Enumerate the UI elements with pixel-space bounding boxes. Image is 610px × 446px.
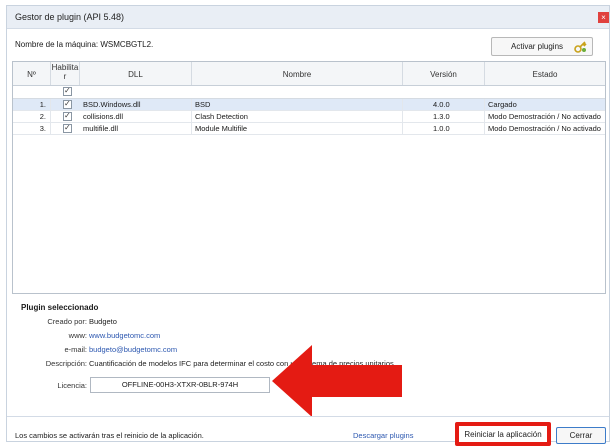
restart-note: Los cambios se activarán tras el reinici…: [15, 431, 204, 440]
www-link[interactable]: www.budgetomc.com: [89, 331, 160, 340]
download-plugins-link[interactable]: Descargar plugins: [353, 431, 413, 440]
www-label: www:: [68, 331, 87, 340]
activate-plugins-button[interactable]: Activar plugins: [491, 37, 593, 56]
window-title: Gestor de plugin (API 5.48): [15, 12, 125, 22]
plugin-manager-window: Gestor de plugin (API 5.48) × Nombre de …: [6, 5, 610, 446]
email-label: e-mail:: [64, 345, 87, 354]
close-button[interactable]: Cerrar: [556, 427, 606, 444]
activate-plugins-label: Activar plugins: [511, 42, 564, 51]
enable-checkbox[interactable]: [63, 123, 72, 133]
header-name[interactable]: Nombre: [192, 62, 403, 85]
license-field[interactable]: OFFLINE-00H3-XTXR-0BLR-974H: [90, 377, 270, 393]
license-label: Licencia:: [57, 381, 87, 390]
select-all-checkbox[interactable]: [63, 86, 72, 96]
description-label: Descripción:: [45, 359, 87, 368]
close-icon[interactable]: ×: [598, 12, 609, 23]
header-dll[interactable]: DLL: [80, 62, 192, 85]
restart-app-button[interactable]: Reiniciar la aplicación: [455, 422, 551, 446]
created-by-label: Creado por:: [47, 317, 87, 326]
title-bar: Gestor de plugin (API 5.48) ×: [7, 6, 609, 29]
email-link[interactable]: budgeto@budgetomc.com: [89, 345, 177, 354]
table-header: Nº Habilita r DLL Nombre Versión Estado: [13, 62, 605, 86]
machine-name-label: Nombre de la máquina: WSMCBGTL2.: [15, 40, 154, 49]
header-enabled[interactable]: Habilita r: [51, 62, 80, 85]
red-arrow-annotation: [272, 345, 402, 417]
key-icon: [574, 41, 587, 53]
footer-divider: [7, 416, 609, 417]
filter-row: [13, 86, 605, 99]
header-state[interactable]: Estado: [485, 62, 605, 85]
enable-checkbox[interactable]: [63, 99, 72, 109]
header-num[interactable]: Nº: [13, 62, 51, 85]
enable-checkbox[interactable]: [63, 111, 72, 121]
table-row[interactable]: 3. multifile.dll Module Multifile 1.0.0 …: [13, 123, 605, 135]
created-by-value: Budgeto: [89, 317, 117, 326]
selected-plugin-title: Plugin seleccionado: [21, 303, 99, 312]
plugins-table: Nº Habilita r DLL Nombre Versión Estado …: [12, 61, 606, 294]
table-row[interactable]: 2. collisions.dll Clash Detection 1.3.0 …: [13, 111, 605, 123]
table-row[interactable]: 1. BSD.Windows.dll BSD 4.0.0 Cargado: [13, 99, 605, 111]
header-version[interactable]: Versión: [403, 62, 485, 85]
